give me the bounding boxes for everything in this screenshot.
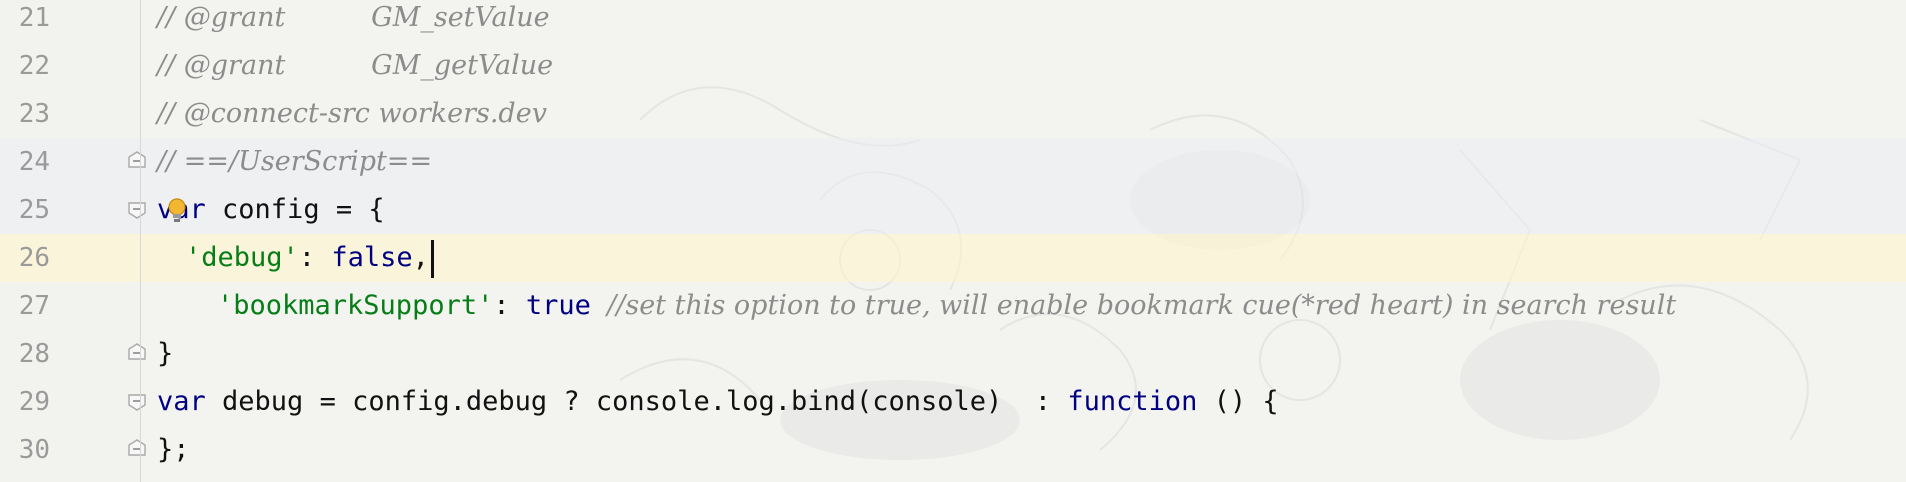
- code-content[interactable]: // @grant GM_setValue: [157, 0, 550, 42]
- line-number: 28: [18, 339, 50, 369]
- code-content[interactable]: var debug = config.debug ? console.log.b…: [157, 378, 1279, 426]
- code-content[interactable]: // @grant GM_getValue: [157, 42, 553, 90]
- code-text: debug = config.debug ? console.log.bind(…: [205, 386, 1068, 417]
- code-content[interactable]: // ==/UserScript==: [157, 138, 432, 186]
- code-text: }: [157, 338, 174, 369]
- line-number: 30: [18, 435, 50, 465]
- code-text: ,: [412, 242, 429, 273]
- string-literal: 'debug': [185, 242, 299, 273]
- lightbulb-icon[interactable]: [166, 196, 188, 226]
- comment-text: //set this option to true, will enable b…: [607, 290, 1677, 321]
- keyword: var: [157, 386, 206, 417]
- line-number: 22: [18, 51, 50, 81]
- code-content[interactable]: // @connect-src workers.dev: [157, 90, 547, 138]
- code-text: :: [298, 242, 332, 273]
- code-text: :: [493, 290, 526, 321]
- code-line[interactable]: 29 var debug = config.debug ? console.lo…: [0, 378, 1906, 426]
- code-line-current[interactable]: 26 'debug': false,: [0, 234, 1906, 282]
- code-content[interactable]: }: [157, 330, 173, 378]
- text-cursor: [430, 239, 434, 278]
- keyword: true: [525, 290, 591, 321]
- line-number: 21: [18, 3, 50, 33]
- code-line[interactable]: 28 }: [0, 330, 1906, 378]
- line-number: 27: [18, 291, 50, 321]
- line-number: 26: [18, 243, 50, 273]
- code-line[interactable]: 22 // @grant GM_getValue: [0, 42, 1906, 90]
- code-line[interactable]: 21 // @grant GM_setValue: [0, 0, 1906, 42]
- comment-text: // @grant GM_getValue: [157, 50, 554, 81]
- comment-text: // ==/UserScript==: [157, 146, 433, 177]
- code-text: };: [157, 434, 190, 465]
- fold-end-icon[interactable]: [127, 151, 147, 171]
- line-number: 24: [18, 147, 50, 177]
- code-content[interactable]: 'debug': false,: [185, 234, 434, 282]
- fold-start-icon[interactable]: [127, 199, 147, 219]
- line-number: 23: [18, 99, 50, 129]
- keyword: false: [331, 242, 413, 273]
- code-line[interactable]: 30 };: [0, 426, 1906, 474]
- code-line[interactable]: 23 // @connect-src workers.dev: [0, 90, 1906, 138]
- string-literal: 'bookmarkSupport': [217, 290, 494, 321]
- code-line[interactable]: 25 var config = {: [0, 186, 1906, 234]
- code-text: () {: [1197, 386, 1279, 417]
- line-number: 25: [18, 195, 50, 225]
- code-content[interactable]: 'bookmarkSupport': true //set this optio…: [217, 282, 1676, 330]
- code-content[interactable]: };: [157, 426, 190, 474]
- line-number: 29: [18, 387, 50, 417]
- code-line[interactable]: 24 // ==/UserScript==: [0, 138, 1906, 186]
- comment-text: // @grant GM_setValue: [157, 2, 550, 33]
- fold-end-icon[interactable]: [127, 343, 147, 363]
- gutter-divider: [140, 0, 141, 482]
- fold-end-icon[interactable]: [127, 439, 147, 459]
- code-content[interactable]: var config = {: [157, 186, 385, 234]
- comment-text: // @connect-src workers.dev: [157, 98, 547, 129]
- fold-start-icon[interactable]: [127, 391, 147, 411]
- keyword: function: [1067, 386, 1198, 417]
- code-line[interactable]: 27 'bookmarkSupport': true //set this op…: [0, 282, 1906, 330]
- code-text: config = {: [205, 194, 385, 225]
